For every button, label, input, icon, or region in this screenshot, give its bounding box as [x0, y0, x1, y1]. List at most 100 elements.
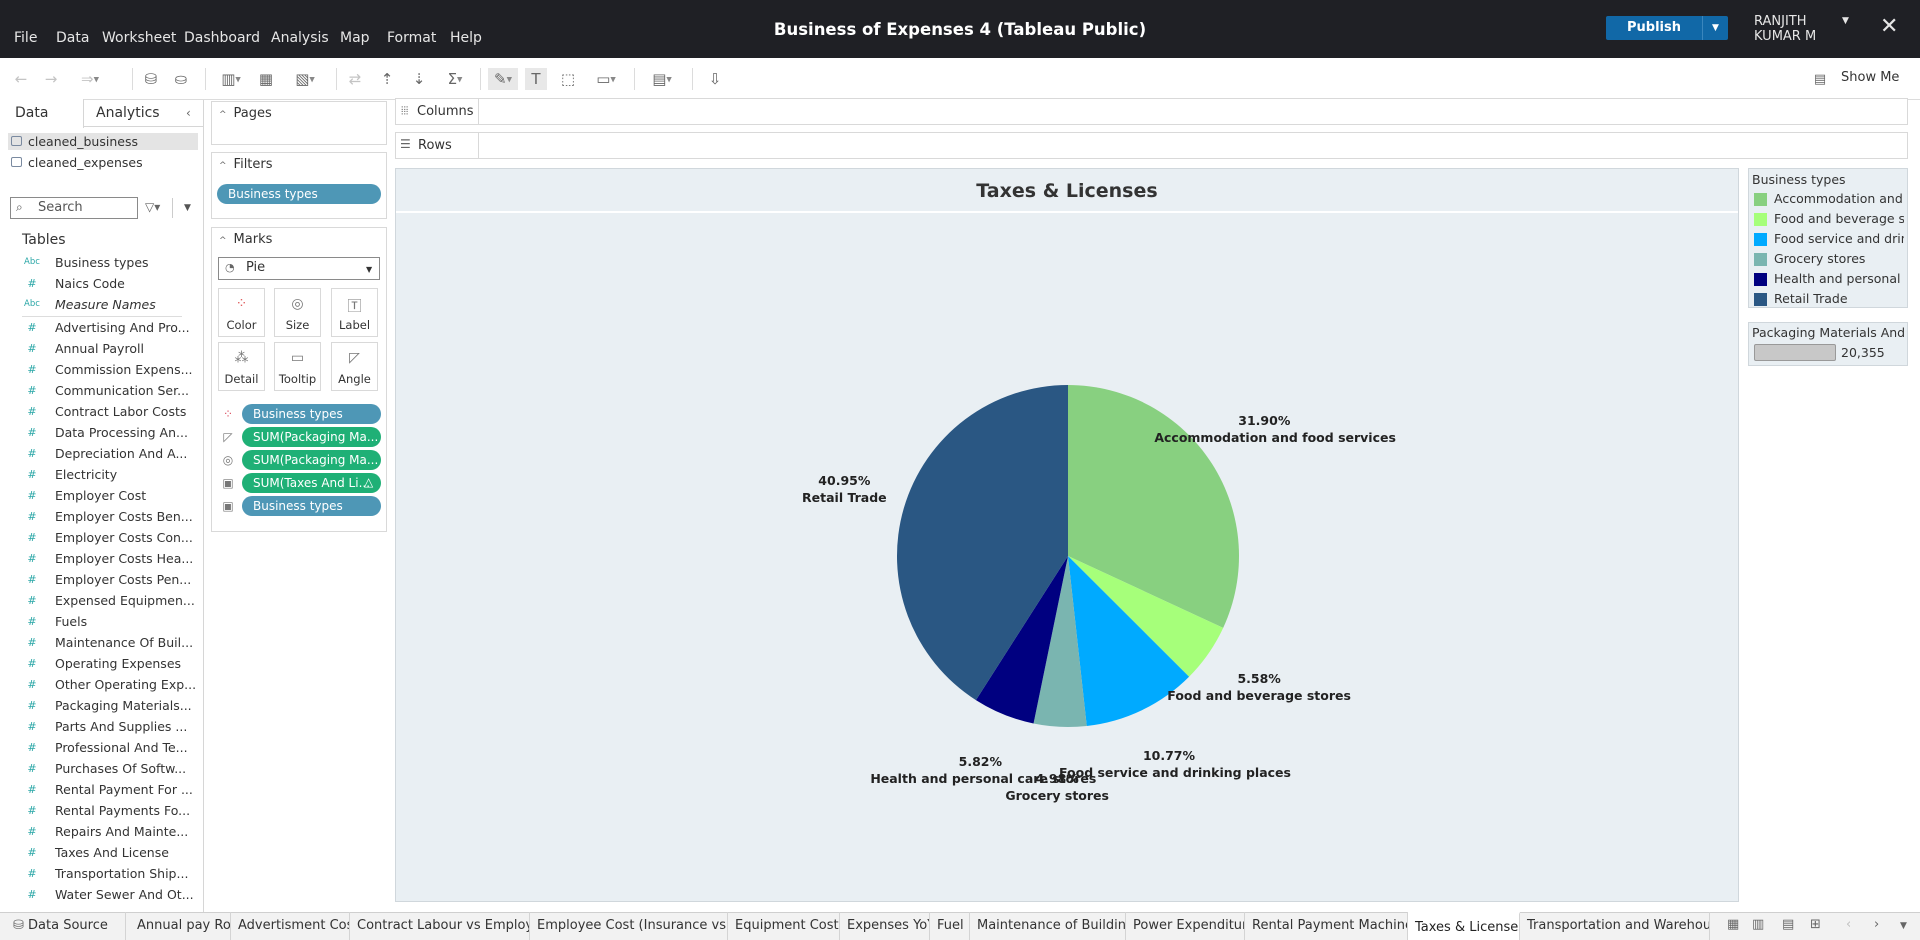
show-hide-cards-icon[interactable]: ▤▼	[646, 68, 678, 90]
sheet-tab[interactable]: Contract Labour vs Employee	[350, 912, 530, 940]
publish-dropdown-icon[interactable]: ▼	[1702, 16, 1728, 40]
sheet-tab[interactable]: Employee Cost (Insurance vs P...	[530, 912, 728, 940]
fix-axes-icon[interactable]: ⬚	[557, 68, 579, 90]
tab-data[interactable]: Data	[15, 105, 48, 121]
measure-field-item[interactable]: # Taxes And License	[22, 842, 182, 863]
sheet-tab[interactable]: Annual pay Roll	[130, 912, 231, 940]
new-story-icon[interactable]: ▤	[1782, 917, 1794, 932]
close-icon[interactable]: ✕	[1880, 14, 1898, 39]
sort-ascending-icon[interactable]: ⇡	[376, 68, 398, 90]
measure-field-item[interactable]: # Electricity	[22, 464, 182, 485]
measure-field-item[interactable]: # Communication Ser...	[22, 380, 189, 401]
label-button[interactable]: 🅃 Label	[331, 288, 378, 337]
measure-field-item[interactable]: # Expensed Equipmen...	[22, 590, 194, 611]
measure-field-item[interactable]: # Fuels	[22, 611, 182, 632]
chevron-up-icon[interactable]: ^	[219, 236, 227, 246]
swap-rows-columns-icon[interactable]: ⇄	[344, 68, 366, 90]
user-menu-caret-icon[interactable]: ▼	[1842, 16, 1849, 26]
measure-field-item[interactable]: # Rental Payments Fo...	[22, 800, 190, 821]
measure-field-item[interactable]: # Depreciation And A...	[22, 443, 187, 464]
chevron-up-icon[interactable]: ^	[219, 161, 227, 171]
rows-shelf[interactable]	[395, 132, 1908, 159]
new-dashboard-icon[interactable]: ▥	[1752, 917, 1764, 932]
measure-field-item[interactable]: # Data Processing An...	[22, 422, 188, 443]
replay-icon[interactable]: ⇒▼	[72, 68, 108, 90]
new-data-source-icon[interactable]: ⛁	[140, 68, 162, 90]
measure-field-item[interactable]: # Parts And Supplies ...	[22, 716, 187, 737]
legend-item[interactable]: Food and beverage st...	[1752, 210, 1904, 228]
field-item[interactable]: Abc Measure Names	[22, 294, 182, 315]
sheet-tab[interactable]: Rental Payment Machinery	[1245, 912, 1408, 940]
sheet-tab[interactable]: Maintenance of Buildings	[970, 912, 1126, 940]
columns-shelf[interactable]	[395, 98, 1908, 125]
marks-pill-size[interactable]: SUM(Packaging Ma...	[242, 450, 381, 470]
detail-button[interactable]: ⁂ Detail	[218, 342, 265, 391]
measure-field-item[interactable]: # Commission Expens...	[22, 359, 192, 380]
data-source-tab[interactable]: ⛁ Data Source	[6, 912, 126, 940]
download-icon[interactable]: ⇩	[704, 68, 726, 90]
marks-pill-color[interactable]: Business types	[242, 404, 381, 424]
undo-icon[interactable]: ←	[10, 68, 32, 90]
pause-updates-icon[interactable]: ⛀	[170, 68, 192, 90]
color-button[interactable]: ⁘ Color	[218, 288, 265, 337]
measure-field-item[interactable]: # Operating Expenses	[22, 653, 182, 674]
field-item[interactable]: Abc Business types	[22, 252, 182, 273]
filter-pill[interactable]: Business types	[217, 184, 381, 204]
measure-field-item[interactable]: # Employer Costs Hea...	[22, 548, 193, 569]
new-worksheet-icon[interactable]: ▦	[1727, 917, 1739, 932]
tabs-menu-caret-icon[interactable]: ▼	[1900, 921, 1907, 931]
show-me-icon[interactable]: ▤	[1812, 69, 1828, 91]
duplicate-sheet-icon[interactable]: ▦	[255, 68, 277, 90]
measure-field-item[interactable]: # Employer Costs Con...	[22, 527, 192, 548]
sort-descending-icon[interactable]: ⇣	[408, 68, 430, 90]
sheet-tab[interactable]: Fuel	[930, 912, 970, 940]
sheet-tab[interactable]: Expenses YoY	[840, 912, 930, 940]
scroll-tabs-left-icon[interactable]: ‹	[1846, 917, 1851, 932]
show-me-button[interactable]: Show Me	[1841, 70, 1899, 85]
clear-sheet-icon[interactable]: ▧▼	[288, 68, 322, 90]
measure-field-item[interactable]: # Packaging Materials...	[22, 695, 191, 716]
sheet-tab[interactable]: Equipment Costs	[728, 912, 840, 940]
legend-item[interactable]: Grocery stores	[1752, 250, 1904, 268]
new-worksheet-icon[interactable]: ▥▼	[216, 68, 246, 90]
filter-icon[interactable]: ▽▾	[145, 200, 160, 214]
marks-pill-label-measure[interactable]: SUM(Taxes And Li...	[242, 473, 381, 493]
redo-icon[interactable]: →	[40, 68, 62, 90]
measure-field-item[interactable]: # Professional And Te...	[22, 737, 187, 758]
scroll-tabs-right-icon[interactable]: ›	[1874, 917, 1879, 932]
marks-pill-label-dimension[interactable]: Business types	[242, 496, 381, 516]
user-name-line2[interactable]: KUMAR M	[1754, 29, 1816, 44]
collapse-pane-icon[interactable]: ‹	[186, 106, 191, 120]
sheet-tab[interactable]: Transportation and Warehousing	[1520, 912, 1710, 940]
pane-menu-caret-icon[interactable]: ▼	[184, 203, 191, 213]
legend-item[interactable]: Health and personal ...	[1752, 270, 1904, 288]
legend-item[interactable]: Retail Trade	[1752, 290, 1904, 308]
totals-icon[interactable]: Σ▼	[440, 68, 470, 90]
marks-pill-angle[interactable]: SUM(Packaging Ma...	[242, 427, 381, 447]
angle-button[interactable]: ◸ Angle	[331, 342, 378, 391]
measure-field-item[interactable]: # Maintenance Of Buil...	[22, 632, 193, 653]
measure-field-item[interactable]: # Repairs And Mainte...	[22, 821, 188, 842]
legend-item[interactable]: Accommodation and ...	[1752, 190, 1904, 208]
mark-type-select[interactable]	[218, 257, 380, 280]
sheet-tab[interactable]: Taxes & Licenses	[1408, 912, 1520, 940]
tab-analytics[interactable]: Analytics	[96, 105, 160, 121]
measure-field-item[interactable]: # Employer Cost	[22, 485, 182, 506]
measure-field-item[interactable]: # Contract Labor Costs	[22, 401, 186, 422]
measure-field-item[interactable]: # Employer Costs Pen...	[22, 569, 191, 590]
chevron-up-icon[interactable]: ^	[219, 110, 227, 120]
measure-field-item[interactable]: # Transportation Ship...	[22, 863, 188, 884]
field-item[interactable]: # Naics Code	[22, 273, 182, 294]
show-mark-labels-icon[interactable]: T	[525, 68, 547, 90]
data-source-item[interactable]: cleaned_business	[8, 133, 198, 150]
tooltip-button[interactable]: ▭ Tooltip	[274, 342, 321, 391]
measure-field-item[interactable]: # Advertising And Pro...	[22, 317, 189, 338]
measure-field-item[interactable]: # Annual Payroll	[22, 338, 182, 359]
legend-item[interactable]: Food service and drin...	[1752, 230, 1904, 248]
measure-field-item[interactable]: # Purchases Of Softw...	[22, 758, 186, 779]
size-button[interactable]: ◎ Size	[274, 288, 321, 337]
measure-field-item[interactable]: # Water Sewer And Ot...	[22, 884, 193, 905]
sheet-tab[interactable]: Advertisment Cost	[231, 912, 350, 940]
sheet-tab[interactable]: Power Expenditure	[1126, 912, 1245, 940]
measure-field-item[interactable]: # Rental Payment For ...	[22, 779, 192, 800]
